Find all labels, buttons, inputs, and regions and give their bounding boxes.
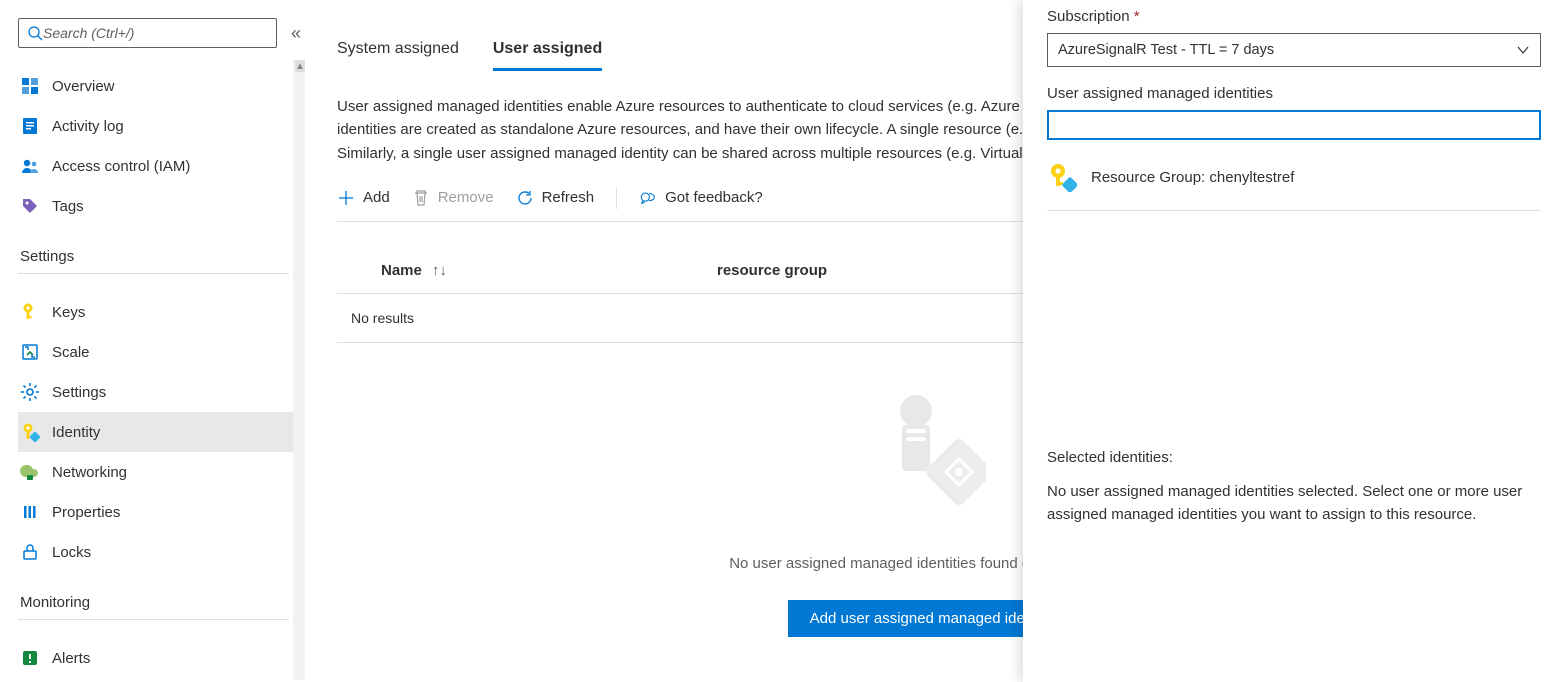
gear-icon xyxy=(20,382,40,402)
sidebar: « Overview Activity log Access control (IA… xyxy=(0,0,305,682)
iam-icon xyxy=(20,156,40,176)
sidebar-item-locks[interactable]: Locks xyxy=(18,532,305,572)
divider xyxy=(18,273,289,274)
column-name[interactable]: Name ↑↓ xyxy=(337,262,717,279)
sidebar-item-label: Scale xyxy=(52,344,90,361)
scrollbar[interactable]: ▲ xyxy=(293,60,305,680)
sidebar-item-label: Alerts xyxy=(52,650,90,667)
sidebar-item-label: Identity xyxy=(52,424,100,441)
divider xyxy=(18,619,289,620)
tag-icon xyxy=(20,196,40,216)
tab-system-assigned[interactable]: System assigned xyxy=(337,40,459,71)
sidebar-item-label: Access control (IAM) xyxy=(52,158,190,175)
sidebar-item-overview[interactable]: Overview xyxy=(18,66,305,106)
sidebar-item-keys[interactable]: Keys xyxy=(18,292,305,332)
key-icon xyxy=(1047,162,1077,192)
chevron-down-icon xyxy=(1516,43,1530,57)
sidebar-item-label: Properties xyxy=(52,504,120,521)
sort-icon: ↑↓ xyxy=(432,262,447,279)
tab-user-assigned[interactable]: User assigned xyxy=(493,40,602,71)
alert-icon xyxy=(20,648,40,668)
network-icon xyxy=(20,462,40,482)
identity-result-item[interactable]: Resource Group: chenyltestref xyxy=(1047,162,1541,211)
lock-icon xyxy=(20,542,40,562)
activity-icon xyxy=(20,116,40,136)
key-icon xyxy=(20,302,40,322)
sidebar-item-alerts[interactable]: Alerts xyxy=(18,638,305,678)
add-identity-panel: Subscription * AzureSignalR Test - TTL =… xyxy=(1023,0,1557,682)
add-button[interactable]: Add xyxy=(337,189,390,207)
search-icon xyxy=(27,25,43,41)
feedback-button[interactable]: Got feedback? xyxy=(639,189,763,207)
sidebar-item-label: Tags xyxy=(52,198,84,215)
search-input[interactable] xyxy=(43,25,268,41)
trash-icon xyxy=(412,189,430,207)
remove-button: Remove xyxy=(412,189,494,207)
sidebar-item-tags[interactable]: Tags xyxy=(18,186,305,226)
identities-label: User assigned managed identities xyxy=(1047,85,1541,102)
selected-identities-help: No user assigned managed identities sele… xyxy=(1047,480,1541,527)
section-monitoring: Monitoring xyxy=(20,594,305,611)
scale-icon xyxy=(20,342,40,362)
selected-identities-heading: Selected identities: xyxy=(1047,449,1541,466)
identities-search-input[interactable] xyxy=(1047,110,1541,140)
sidebar-item-label: Locks xyxy=(52,544,91,561)
scroll-up-icon[interactable]: ▲ xyxy=(295,60,305,72)
identity-icon xyxy=(20,422,40,442)
separator xyxy=(616,187,617,209)
properties-icon xyxy=(20,502,40,522)
sidebar-item-properties[interactable]: Properties xyxy=(18,492,305,532)
sidebar-item-scale[interactable]: Scale xyxy=(18,332,305,372)
feedback-icon xyxy=(639,189,657,207)
sidebar-item-networking[interactable]: Networking xyxy=(18,452,305,492)
sidebar-item-metrics[interactable]: Metrics xyxy=(18,678,305,682)
overview-icon xyxy=(20,76,40,96)
sidebar-item-label: Keys xyxy=(52,304,85,321)
collapse-sidebar-icon[interactable]: « xyxy=(287,20,305,46)
sidebar-item-identity[interactable]: Identity xyxy=(18,412,305,452)
sidebar-item-settings[interactable]: Settings xyxy=(18,372,305,412)
section-settings: Settings xyxy=(20,248,305,265)
sidebar-item-label: Settings xyxy=(52,384,106,401)
column-resource-group[interactable]: resource group xyxy=(717,262,827,279)
refresh-icon xyxy=(516,189,534,207)
sidebar-item-label: Overview xyxy=(52,78,115,95)
sidebar-item-label: Networking xyxy=(52,464,127,481)
sidebar-item-access-control-iam-[interactable]: Access control (IAM) xyxy=(18,146,305,186)
refresh-button[interactable]: Refresh xyxy=(516,189,595,207)
sidebar-item-activity-log[interactable]: Activity log xyxy=(18,106,305,146)
sidebar-item-label: Activity log xyxy=(52,118,124,135)
subscription-label: Subscription * xyxy=(1047,8,1541,25)
subscription-select[interactable]: AzureSignalR Test - TTL = 7 days xyxy=(1047,33,1541,67)
plus-icon xyxy=(337,189,355,207)
search-box[interactable] xyxy=(18,18,277,48)
